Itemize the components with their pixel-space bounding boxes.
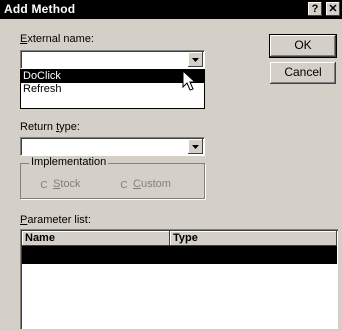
ok-button[interactable]: OK — [269, 34, 337, 58]
custom-radio[interactable]: C Custom — [119, 178, 171, 191]
option-refresh[interactable]: Refresh — [21, 83, 204, 96]
chevron-down-icon — [192, 58, 199, 62]
return-type-dropdown-button[interactable] — [188, 139, 203, 154]
radio-icon: C — [120, 180, 128, 191]
radio-icon: C — [40, 180, 48, 191]
close-button[interactable]: ✕ — [326, 2, 340, 16]
option-doclick[interactable]: DoClick — [21, 70, 204, 83]
external-name-label: External name: — [20, 33, 94, 45]
return-type-label: Return type: — [20, 121, 80, 133]
column-header-type[interactable]: Type — [170, 231, 337, 246]
dialog-title: Add Method — [4, 2, 76, 16]
add-method-dialog: Add Method ? ✕ External name: DoClick Re… — [0, 0, 342, 331]
chevron-down-icon — [192, 145, 199, 149]
implementation-group-title: Implementation — [29, 156, 109, 168]
cancel-button[interactable]: Cancel — [270, 62, 336, 84]
return-type-combobox[interactable] — [20, 137, 205, 156]
parameter-list[interactable]: Name Type — [20, 229, 338, 329]
implementation-group: Implementation C Stock C Custom — [20, 156, 205, 199]
external-name-dropdown-button[interactable] — [188, 52, 203, 67]
table-row[interactable] — [22, 246, 337, 264]
help-button[interactable]: ? — [308, 2, 322, 16]
mouse-cursor-icon — [182, 70, 197, 91]
title-bar: Add Method ? ✕ — [0, 0, 342, 19]
external-name-combobox[interactable] — [20, 50, 205, 69]
parameter-list-label: Parameter list: — [20, 214, 91, 226]
stock-radio[interactable]: C Stock — [39, 178, 80, 191]
external-name-options-list[interactable]: DoClick Refresh — [20, 69, 205, 109]
column-header-name[interactable]: Name — [22, 231, 170, 246]
